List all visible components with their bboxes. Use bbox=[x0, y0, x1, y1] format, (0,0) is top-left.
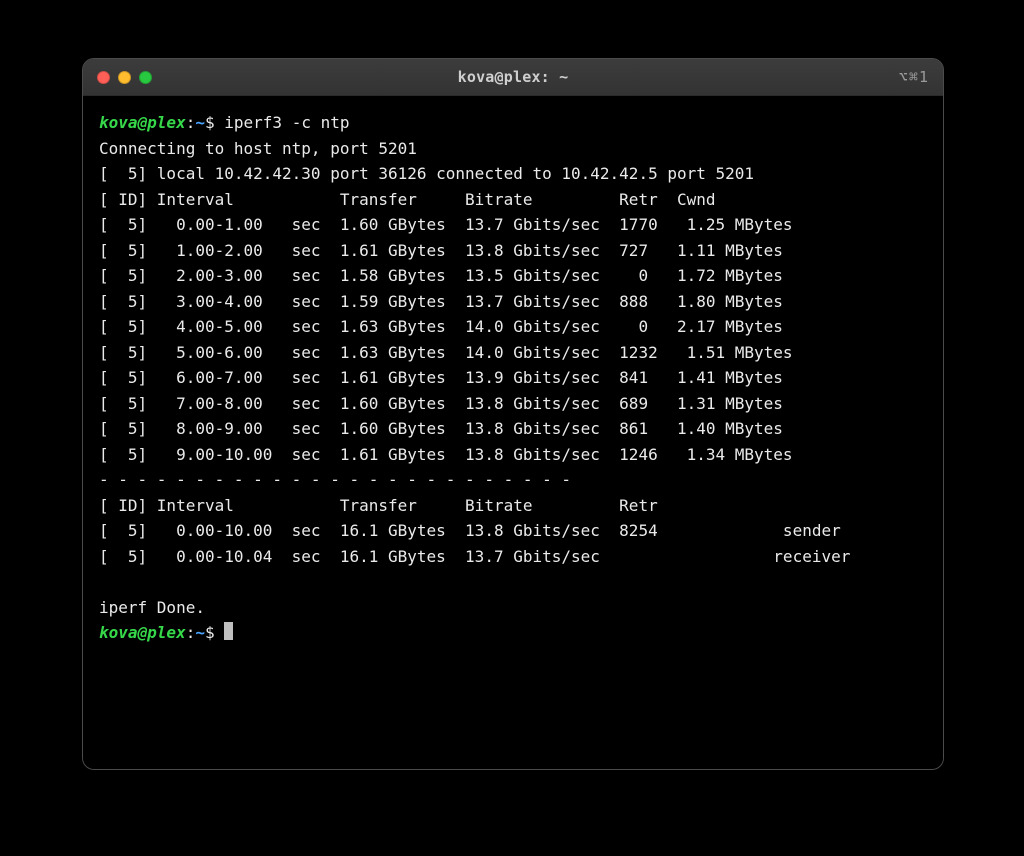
output-row: [ 5] 7.00-8.00 sec 1.60 GBytes 13.8 Gbit… bbox=[99, 394, 783, 413]
prompt-line-1: kova@plex:~$ iperf3 -c ntp bbox=[99, 113, 350, 132]
output-row: [ 5] 0.00-1.00 sec 1.60 GBytes 13.7 Gbit… bbox=[99, 215, 793, 234]
prompt-path: ~ bbox=[195, 623, 205, 642]
prompt-symbol: $ bbox=[205, 113, 215, 132]
prompt-user-host: kova@plex bbox=[99, 113, 186, 132]
prompt-path: ~ bbox=[195, 113, 205, 132]
output-row: [ 5] 5.00-6.00 sec 1.63 GBytes 14.0 Gbit… bbox=[99, 343, 793, 362]
minimize-icon[interactable] bbox=[118, 71, 131, 84]
output-summary-sender: [ 5] 0.00-10.00 sec 16.1 GBytes 13.8 Gbi… bbox=[99, 521, 841, 540]
prompt-symbol: $ bbox=[205, 623, 215, 642]
output-row: [ 5] 8.00-9.00 sec 1.60 GBytes 13.8 Gbit… bbox=[99, 419, 783, 438]
output-row: [ 5] 1.00-2.00 sec 1.61 GBytes 13.8 Gbit… bbox=[99, 241, 783, 260]
window-shortcut-hint: ⌥⌘1 bbox=[899, 68, 929, 86]
titlebar[interactable]: kova@plex: ~ ⌥⌘1 bbox=[83, 59, 943, 96]
output-header: [ ID] Interval Transfer Bitrate Retr Cwn… bbox=[99, 190, 716, 209]
output-local-line: [ 5] local 10.42.42.30 port 36126 connec… bbox=[99, 164, 754, 183]
output-done: iperf Done. bbox=[99, 598, 205, 617]
terminal-window: kova@plex: ~ ⌥⌘1 kova@plex:~$ iperf3 -c … bbox=[82, 58, 944, 770]
output-connect-line: Connecting to host ntp, port 5201 bbox=[99, 139, 417, 158]
terminal-body[interactable]: kova@plex:~$ iperf3 -c ntp Connecting to… bbox=[83, 96, 943, 769]
output-row: [ 5] 9.00-10.00 sec 1.61 GBytes 13.8 Gbi… bbox=[99, 445, 793, 464]
close-icon[interactable] bbox=[97, 71, 110, 84]
window-title: kova@plex: ~ bbox=[83, 68, 943, 86]
cursor-icon bbox=[224, 622, 233, 640]
prompt-sep: : bbox=[186, 623, 196, 642]
output-row: [ 5] 6.00-7.00 sec 1.61 GBytes 13.9 Gbit… bbox=[99, 368, 783, 387]
command-text: iperf3 -c ntp bbox=[224, 113, 349, 132]
traffic-lights bbox=[97, 71, 152, 84]
output-row: [ 5] 4.00-5.00 sec 1.63 GBytes 14.0 Gbit… bbox=[99, 317, 783, 336]
prompt-line-2: kova@plex:~$ bbox=[99, 623, 233, 642]
output-separator: - - - - - - - - - - - - - - - - - - - - … bbox=[99, 470, 571, 489]
output-summary-header: [ ID] Interval Transfer Bitrate Retr bbox=[99, 496, 658, 515]
output-summary-receiver: [ 5] 0.00-10.04 sec 16.1 GBytes 13.7 Gbi… bbox=[99, 547, 850, 566]
zoom-icon[interactable] bbox=[139, 71, 152, 84]
prompt-user-host: kova@plex bbox=[99, 623, 186, 642]
prompt-sep: : bbox=[186, 113, 196, 132]
output-row: [ 5] 2.00-3.00 sec 1.58 GBytes 13.5 Gbit… bbox=[99, 266, 783, 285]
output-row: [ 5] 3.00-4.00 sec 1.59 GBytes 13.7 Gbit… bbox=[99, 292, 783, 311]
